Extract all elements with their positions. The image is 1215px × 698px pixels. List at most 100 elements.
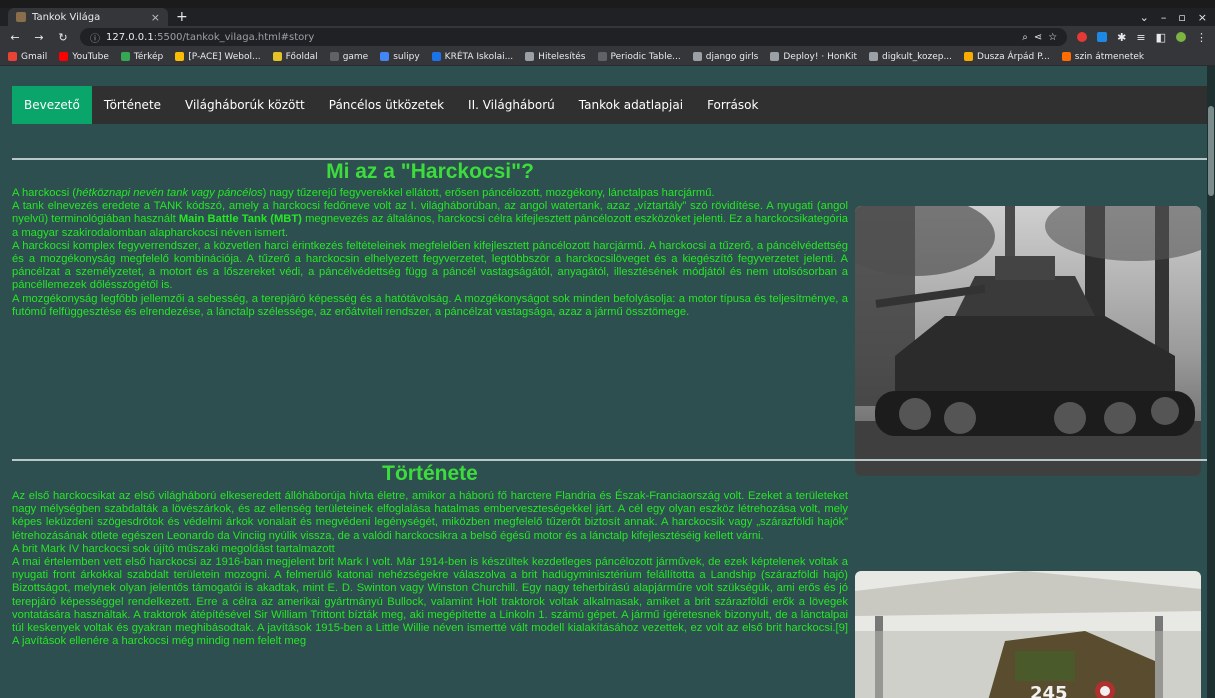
tank-favicon-icon (16, 12, 26, 22)
bookmark-label: Gmail (21, 51, 48, 62)
bookmarks-bar: Gmail YouTube Térkép [P-ACE] Webol... Főolda… (0, 48, 1215, 66)
bookmark-item[interactable]: Hitelesítés (525, 51, 586, 62)
os-top-strip (0, 0, 1215, 8)
extensions-area: ✱ ≡ ◧ ⋮ (1077, 31, 1207, 44)
bookmark-label: Periodic Table... (610, 51, 681, 62)
light-tank-photo (855, 206, 1201, 476)
bookmark-item[interactable]: Periodic Table... (597, 51, 681, 62)
bookmark-label: KRÉTA Iskolai... (444, 51, 514, 62)
nav-item[interactable]: Tankok adatlapjai (567, 86, 695, 124)
bookmark-item[interactable]: game (329, 51, 369, 62)
url-path: :5500/tankok_vilaga.html#story (153, 31, 315, 43)
back-arrow-icon[interactable]: ← (8, 31, 22, 44)
bookmark-label: [P-ACE] Webol... (188, 51, 261, 62)
bookmark-item[interactable]: KRÉTA Iskolai... (431, 51, 514, 62)
bookmark-favicon-icon (272, 52, 282, 61)
bookmark-item[interactable]: szin átmenetek (1061, 51, 1145, 62)
bookmark-favicon-icon (8, 52, 17, 61)
bookmark-label: django girls (705, 51, 759, 62)
site-navbar: Bevezető Története Világháborúk között Pánc… (12, 86, 1207, 124)
bookmark-label: Hitelesítés (538, 51, 586, 62)
tab-search-icon[interactable]: ⌄ (1140, 11, 1149, 24)
tank-photo-drawing (855, 206, 1201, 476)
nav-item[interactable]: Bevezető (12, 86, 92, 124)
url-host: 127.0.0.1 (106, 31, 154, 43)
bookmark-favicon-icon (175, 52, 185, 61)
bookmark-item[interactable]: Dusza Árpád P... (964, 52, 1050, 62)
minimize-icon[interactable]: – (1161, 11, 1167, 24)
bookmark-favicon-icon (525, 52, 535, 61)
history-title: Története (382, 462, 478, 485)
tab-title: Tankok Világa (32, 11, 101, 23)
share-icon[interactable]: ⋖ (1034, 32, 1042, 43)
menu-kebab-icon[interactable]: ⋮ (1196, 31, 1207, 44)
nav-item[interactable]: Páncélos ütközetek (317, 86, 456, 124)
bookmark-label: sulipy (393, 51, 420, 62)
browser-toolbar: ← → ↻ ⓘ 127.0.0.1:5500/tankok_vilaga.htm… (0, 26, 1215, 48)
page-scrollbar[interactable] (1207, 66, 1215, 698)
side-panel-icon[interactable]: ◧ (1156, 31, 1166, 44)
bookmark-item[interactable]: Deploy! · HonKit (770, 52, 857, 62)
scrollbar-thumb[interactable] (1208, 106, 1214, 196)
site-info-icon[interactable]: ⓘ (90, 30, 100, 45)
mark-iv-tank-photo: 245 (855, 571, 1201, 698)
bookmark-label: szin átmenetek (1074, 51, 1145, 62)
history-caption: A brit Mark IV harckocsi sok újító műsza… (12, 542, 335, 555)
nav-item[interactable]: Története (92, 86, 173, 124)
browser-tab-strip: Tankok Világa × + ⌄ – ▫ × (0, 8, 1215, 26)
section-divider (12, 459, 1207, 461)
bookmark-item[interactable]: sulipy (380, 51, 420, 62)
history-paragraph-1: Az első harckocsikat az első világháború… (12, 490, 848, 542)
intro-paragraph-3: A harckocsi komplex fegyverrendszer, a k… (12, 239, 848, 292)
intro-paragraph-1: A harckocsi (hétköznapi nevén tank vagy … (12, 187, 715, 199)
bookmark-item[interactable]: django girls (692, 51, 759, 62)
bookmark-favicon-icon (329, 52, 339, 61)
bookmark-favicon-icon (120, 52, 130, 61)
bookmark-label: digkult_kozep... (881, 51, 953, 62)
extension-red-icon[interactable] (1077, 32, 1088, 42)
close-window-icon[interactable]: × (1198, 11, 1207, 24)
tank-number-label: 245 (1030, 683, 1068, 698)
bookmark-favicon-icon (770, 52, 780, 61)
nav-item[interactable]: II. Világháború (456, 86, 567, 124)
bookmark-star-icon[interactable]: ☆ (1048, 32, 1057, 43)
forward-arrow-icon[interactable]: → (32, 31, 46, 44)
reload-icon[interactable]: ↻ (56, 31, 70, 44)
bookmark-label: Térkép (133, 51, 164, 62)
extension-blue-icon[interactable] (1097, 32, 1108, 42)
bookmark-item[interactable]: Főoldal (272, 51, 318, 62)
zoom-icon[interactable]: ⌕ (1022, 32, 1028, 43)
close-tab-icon[interactable]: × (151, 11, 160, 24)
mark-iv-photo-drawing: 245 (855, 571, 1201, 698)
maximize-icon[interactable]: ▫ (1178, 11, 1185, 24)
bookmark-favicon-icon (59, 52, 69, 61)
bookmark-item[interactable]: [P-ACE] Webol... (175, 51, 261, 62)
browser-tab[interactable]: Tankok Világa × (8, 8, 168, 26)
new-tab-button[interactable]: + (176, 8, 188, 26)
intro-title: Mi az a "Harckocsi"? (326, 160, 534, 183)
page-viewport: Bevezető Története Világháborúk között Pánc… (0, 66, 1215, 698)
extensions-puzzle-icon[interactable]: ✱ (1117, 31, 1126, 44)
bookmark-favicon-icon (380, 52, 390, 61)
bookmark-item[interactable]: digkult_kozep... (868, 51, 953, 62)
bookmark-label: Dusza Árpád P... (977, 51, 1050, 62)
intro-paragraph-2: A tank elnevezés eredete a TANK kódszó, … (12, 200, 848, 239)
window-controls: ⌄ – ▫ × (1140, 8, 1207, 26)
bookmark-label: game (342, 51, 369, 62)
bookmark-favicon-icon (1061, 52, 1071, 61)
nav-item[interactable]: Források (695, 86, 770, 124)
bookmark-favicon-icon (692, 52, 702, 61)
bookmark-label: Főoldal (285, 51, 318, 62)
bookmark-item[interactable]: YouTube (59, 52, 109, 62)
reading-list-icon[interactable]: ≡ (1136, 31, 1145, 44)
history-article: Az első harckocsikat az első világháború… (12, 490, 848, 648)
bookmark-favicon-icon (597, 52, 607, 61)
nav-item[interactable]: Világháborúk között (173, 86, 317, 124)
bookmark-item[interactable]: Térkép (120, 51, 164, 62)
bookmark-favicon-icon (431, 52, 441, 61)
bookmark-favicon-icon (964, 52, 974, 61)
intro-paragraph-4: A mozgékonyság legfőbb jellemzői a sebes… (12, 292, 848, 318)
address-bar[interactable]: ⓘ 127.0.0.1:5500/tankok_vilaga.html#stor… (80, 28, 1068, 46)
profile-avatar[interactable] (1176, 32, 1186, 42)
bookmark-item[interactable]: Gmail (8, 52, 47, 62)
